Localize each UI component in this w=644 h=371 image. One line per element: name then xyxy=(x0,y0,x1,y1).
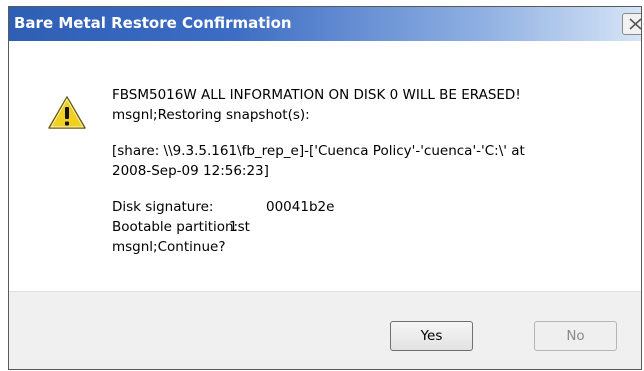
disk-signature-row: Disk signature: 00041b2e xyxy=(112,197,525,217)
dialog-title: Bare Metal Restore Confirmation xyxy=(14,14,292,32)
confirmation-dialog: Bare Metal Restore Confirmation FBSM5016… xyxy=(8,6,642,370)
disk-signature-value: 00041b2e xyxy=(266,199,335,215)
bootable-partition-value: 1st xyxy=(229,219,250,235)
message-line-continue: msgnl;Continue? xyxy=(112,239,226,255)
message-text: FBSM5016W ALL INFORMATION ON DISK 0 WILL… xyxy=(112,85,525,257)
bootable-partition-row: Bootable partition:1st xyxy=(112,217,525,237)
warning-icon xyxy=(48,96,86,129)
message-line-restoring: msgnl;Restoring snapshot(s): xyxy=(112,107,310,123)
bootable-partition-label: Bootable partition: xyxy=(112,219,239,235)
button-bar: Yes No xyxy=(9,291,641,369)
message-line-share: [share: \\9.3.5.161\fb_rep_e]-['Cuenca P… xyxy=(112,143,525,159)
disk-signature-label: Disk signature: xyxy=(112,199,214,215)
close-button[interactable] xyxy=(622,13,641,35)
yes-button[interactable]: Yes xyxy=(390,321,473,351)
title-bar[interactable]: Bare Metal Restore Confirmation xyxy=(9,7,641,41)
message-line-warning: FBSM5016W ALL INFORMATION ON DISK 0 WILL… xyxy=(112,87,521,103)
no-button[interactable]: No xyxy=(534,321,617,351)
close-icon xyxy=(629,18,641,30)
message-line-date: 2008-Sep-09 12:56:23] xyxy=(112,163,269,179)
dialog-body: FBSM5016W ALL INFORMATION ON DISK 0 WILL… xyxy=(9,41,641,291)
